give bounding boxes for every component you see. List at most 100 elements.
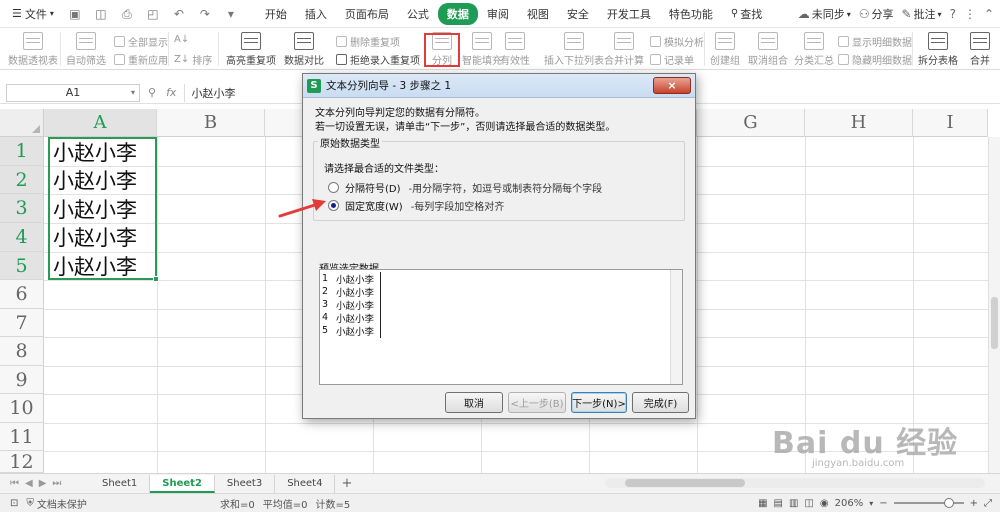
- vertical-scrollbar[interactable]: [988, 137, 1000, 473]
- name-box[interactable]: A1 ▾: [6, 83, 140, 102]
- merge-button[interactable]: 合并: [970, 32, 990, 67]
- simulate-analysis-button[interactable]: 模拟分析: [650, 34, 704, 49]
- subtotal-button[interactable]: 分类汇总: [794, 32, 834, 67]
- save-icon[interactable]: ▣: [68, 7, 82, 21]
- eye-protect-icon[interactable]: ◉: [820, 498, 829, 509]
- validity-button[interactable]: 有效性: [500, 32, 530, 67]
- zoom-level[interactable]: 206%: [835, 498, 864, 509]
- insert-dropdown-button[interactable]: 插入下拉列表: [544, 32, 604, 67]
- data-compare-button[interactable]: 数据对比: [284, 32, 324, 67]
- print-icon[interactable]: ⎙: [120, 7, 134, 21]
- tab-security[interactable]: 安全: [558, 3, 598, 25]
- sheet-tab-sheet2[interactable]: Sheet2: [150, 474, 215, 493]
- first-sheet-icon[interactable]: ⏮: [10, 478, 19, 489]
- row-header[interactable]: 1: [0, 137, 44, 166]
- row-header[interactable]: 4: [0, 223, 44, 252]
- add-sheet-icon[interactable]: +: [341, 476, 352, 491]
- hide-detail-button[interactable]: 隐藏明细数据: [838, 52, 912, 67]
- tab-review[interactable]: 审阅: [478, 3, 518, 25]
- reject-duplicates-button[interactable]: 拒绝录入重复项: [336, 52, 420, 67]
- tab-data[interactable]: 数据: [437, 2, 478, 25]
- column-header[interactable]: G: [697, 109, 805, 137]
- prev-sheet-icon[interactable]: ◀: [25, 478, 33, 489]
- finish-button[interactable]: 完成(F): [632, 392, 689, 413]
- tab-view[interactable]: 视图: [518, 3, 558, 25]
- row-header[interactable]: 10: [0, 394, 44, 423]
- undo-icon[interactable]: ↶: [172, 7, 186, 21]
- page-view-icon[interactable]: ▥: [789, 498, 798, 509]
- normal-view-icon[interactable]: ▦: [758, 498, 767, 509]
- highlight-duplicates-button[interactable]: 高亮重复项: [226, 32, 276, 67]
- next-sheet-icon[interactable]: ▶: [39, 478, 47, 489]
- comment-button[interactable]: ✎ 批注 ▾: [901, 6, 941, 22]
- more-icon[interactable]: ⋮: [964, 7, 976, 21]
- fill-handle[interactable]: [153, 276, 159, 282]
- row-header[interactable]: 2: [0, 166, 44, 194]
- preview-box[interactable]: 1 小赵小李 2 小赵小李 3 小赵小李 4 小赵小李 5 小赵小李: [319, 269, 683, 385]
- option-delimited[interactable]: 分隔符号(D) -用分隔字符，如逗号或制表符分隔每个字段: [328, 180, 602, 195]
- next-button[interactable]: 下一步(N)>: [571, 392, 627, 413]
- tab-formula[interactable]: 公式: [398, 3, 438, 25]
- select-all-corner[interactable]: [0, 109, 44, 137]
- last-sheet-icon[interactable]: ⏭: [52, 478, 61, 489]
- smart-fill-button[interactable]: 智能填充: [462, 32, 502, 67]
- create-group-button[interactable]: 创建组: [710, 32, 740, 67]
- dialog-title-bar[interactable]: S 文本分列向导 - 3 步骤之 1 ×: [303, 74, 695, 98]
- tab-page-layout[interactable]: 页面布局: [336, 3, 398, 25]
- collapse-ribbon-icon[interactable]: ⌃: [984, 7, 994, 21]
- help-icon[interactable]: ?: [950, 7, 956, 21]
- zoom-out-icon[interactable]: −: [879, 498, 887, 509]
- sheet-tab-sheet3[interactable]: Sheet3: [215, 474, 276, 493]
- zoom-in-icon[interactable]: +: [970, 498, 978, 509]
- tab-start[interactable]: 开始: [256, 3, 296, 25]
- row-header[interactable]: 11: [0, 423, 44, 451]
- fx-icon[interactable]: fx: [166, 86, 176, 99]
- record-form-button[interactable]: 记录单: [650, 52, 694, 67]
- row-header[interactable]: 3: [0, 194, 44, 223]
- zoom-slider[interactable]: [893, 498, 964, 508]
- sort-asc-button[interactable]: A↓: [174, 34, 189, 45]
- tab-special[interactable]: 特色功能: [660, 3, 722, 25]
- preview-scrollbar[interactable]: [670, 270, 682, 384]
- split-table-button[interactable]: 拆分表格: [918, 32, 958, 67]
- split-view-icon[interactable]: ◫: [804, 498, 813, 509]
- row-header[interactable]: 6: [0, 280, 44, 309]
- row-header[interactable]: 5: [0, 252, 44, 280]
- option-fixed-width[interactable]: 固定宽度(W) -每列字段加空格对齐: [328, 198, 504, 213]
- column-header[interactable]: H: [805, 109, 913, 137]
- tab-developer[interactable]: 开发工具: [598, 3, 660, 25]
- fullscreen-icon[interactable]: ⤢: [984, 498, 992, 509]
- fixed-width-radio[interactable]: [328, 200, 339, 211]
- protect-status[interactable]: ⛨ 文档未保护: [26, 496, 87, 511]
- remove-duplicates-button[interactable]: 删除重复项: [336, 34, 400, 49]
- preview-icon[interactable]: ◰: [146, 7, 160, 21]
- merge-calc-button[interactable]: 合并计算: [604, 32, 644, 67]
- chevron-down-icon[interactable]: ▾: [869, 499, 873, 508]
- formula-input[interactable]: 小赵小李: [184, 83, 235, 102]
- sort-button[interactable]: Z↓ 排序: [174, 52, 212, 67]
- redo-icon[interactable]: ↷: [198, 7, 212, 21]
- reapply-button[interactable]: 重新应用: [114, 52, 168, 67]
- scrollbar-thumb[interactable]: [625, 479, 745, 487]
- zoom-icon[interactable]: ⚲: [148, 86, 156, 99]
- row-header[interactable]: 8: [0, 337, 44, 366]
- back-button[interactable]: <上一步(B): [508, 392, 566, 413]
- macro-icon[interactable]: ⊡: [10, 498, 18, 509]
- cancel-button[interactable]: 取消: [445, 392, 503, 413]
- export-icon[interactable]: ◫: [94, 7, 108, 21]
- sync-status[interactable]: ☁ 未同步 ▾: [798, 6, 851, 22]
- ungroup-button[interactable]: 取消组合: [748, 32, 788, 67]
- sheet-tab-sheet4[interactable]: Sheet4: [275, 474, 336, 493]
- column-header[interactable]: A: [44, 109, 157, 137]
- show-all-button[interactable]: 全部显示: [114, 34, 168, 49]
- column-header[interactable]: B: [157, 109, 265, 137]
- delimited-radio[interactable]: [328, 182, 339, 193]
- autofilter-button[interactable]: 自动筛选: [66, 32, 106, 67]
- pivot-table-button[interactable]: 数据透视表: [8, 32, 58, 67]
- scrollbar-thumb[interactable]: [991, 297, 998, 349]
- share-button[interactable]: ⚇ 分享: [859, 6, 894, 22]
- row-header[interactable]: 9: [0, 366, 44, 394]
- row-header[interactable]: 12: [0, 451, 44, 473]
- grid-view-icon[interactable]: ▤: [774, 498, 783, 509]
- row-header[interactable]: 7: [0, 309, 44, 337]
